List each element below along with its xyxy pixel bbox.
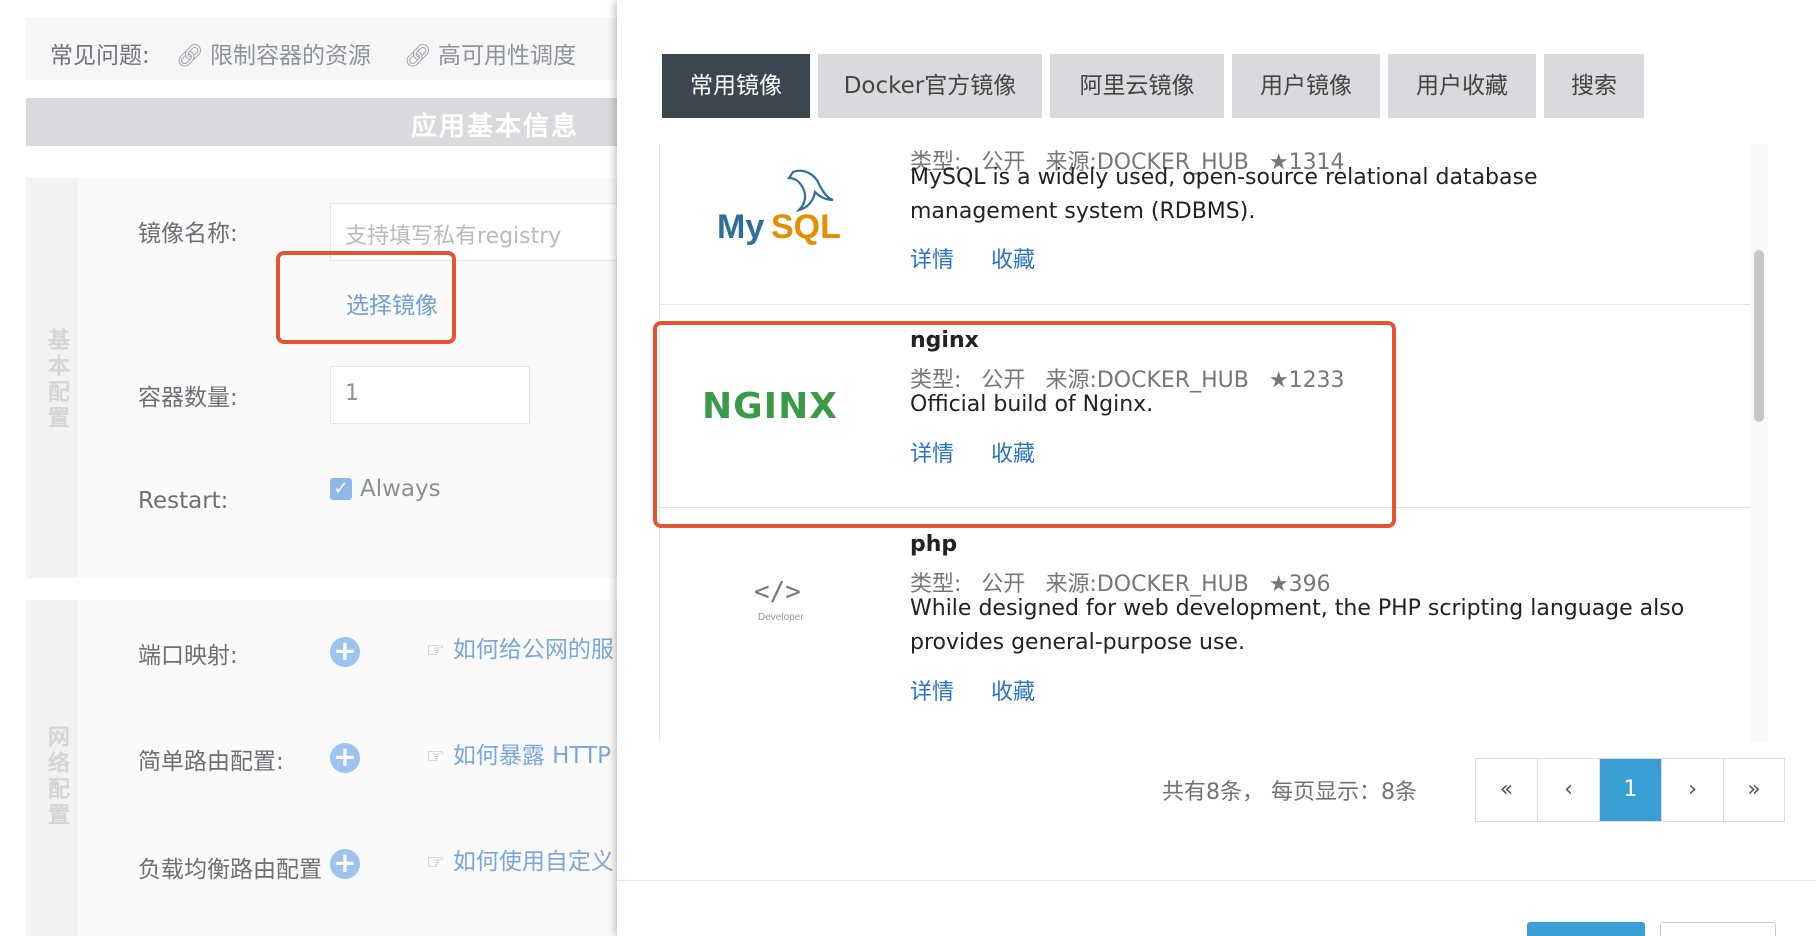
section-title: 应用基本信息 — [26, 98, 626, 146]
tab-user-images[interactable]: 用户镜像 — [1232, 54, 1380, 118]
port-mapping-label: 端口映射: — [138, 643, 238, 669]
current-page-button[interactable]: 1 — [1600, 759, 1662, 821]
mysql-description: MySQL is a widely used, open-source rela… — [910, 165, 1538, 224]
image-item-mysql[interactable]: My SQL 类型: 公开 来源:DOCKER_HUB ★1314 MySQL is … — [660, 144, 1751, 305]
network-config-side: 网络配置 — [26, 600, 78, 936]
list-scrollbar-thumb[interactable] — [1754, 250, 1764, 422]
pagination: « ‹ 1 › » — [1475, 758, 1785, 822]
svg-text:SQL: SQL — [771, 208, 841, 246]
hand-pointer-icon: ☞ — [426, 744, 445, 768]
tab-search[interactable]: 搜索 — [1544, 54, 1644, 118]
image-item-php[interactable]: </> Developer php 类型: 公开 来源:DOCKER_HUB ★396… — [660, 508, 1751, 741]
first-page-button[interactable]: « — [1476, 759, 1538, 821]
faq-link-resource-limit[interactable]: 🔗︎ 限制容器的资源 — [176, 36, 371, 70]
lb-route-label: 负载均衡路由配置 — [138, 857, 322, 883]
restart-checkbox[interactable]: ✓ — [330, 478, 352, 500]
php-detail-link[interactable]: 详情 — [910, 680, 954, 705]
link-icon: 🔗︎ — [176, 44, 204, 69]
svg-text:My: My — [717, 208, 764, 246]
container-count-label: 容器数量: — [138, 385, 238, 411]
svg-text:Developer: Developer — [758, 612, 804, 623]
nginx-highlight — [653, 321, 1396, 528]
hand-pointer-icon: ☞ — [426, 638, 445, 662]
tab-docker-official[interactable]: Docker官方镜像 — [818, 54, 1042, 118]
confirm-button[interactable] — [1527, 922, 1645, 936]
next-page-button[interactable]: › — [1662, 759, 1724, 821]
container-count-input[interactable]: 1 — [330, 366, 530, 424]
route-hint[interactable]: ☞ 如何暴露 HTTP — [426, 736, 611, 770]
basic-config-side: 基本配置 — [26, 178, 78, 578]
php-actions: 详情 收藏 — [910, 674, 1065, 706]
svg-text:</>: </> — [754, 577, 801, 607]
pagination-info: 共有8条， 每页显示：8条 — [1162, 780, 1417, 805]
tab-common-images[interactable]: 常用镜像 — [662, 54, 810, 118]
basic-config-panel: 基本配置 镜像名称: 支持填写私有registry 选择镜像 容器数量: 1 R… — [26, 178, 630, 578]
prev-page-button[interactable]: ‹ — [1538, 759, 1600, 821]
select-image-highlight — [276, 251, 456, 344]
list-scrollbar-track[interactable] — [1750, 144, 1768, 741]
tab-aliyun-images[interactable]: 阿里云镜像 — [1050, 54, 1224, 118]
modal-footer-divider — [617, 880, 1816, 881]
developer-code-icon: </> Developer — [748, 570, 818, 630]
php-name: php — [910, 532, 958, 557]
mysql-detail-link[interactable]: 详情 — [910, 248, 954, 273]
cancel-button[interactable] — [1660, 922, 1776, 936]
port-hint[interactable]: ☞ 如何给公网的服 — [426, 630, 614, 664]
restart-value: Always — [360, 476, 441, 502]
simple-route-label: 简单路由配置: — [138, 749, 284, 775]
mysql-actions: 详情 收藏 — [910, 242, 1065, 274]
restart-label: Restart: — [138, 488, 229, 514]
lb-hint[interactable]: ☞ 如何使用自定义 — [426, 842, 614, 876]
add-lb-route-icon[interactable]: + — [330, 849, 360, 879]
last-page-button[interactable]: » — [1724, 759, 1784, 821]
add-route-icon[interactable]: + — [330, 743, 360, 773]
tab-user-favorites[interactable]: 用户收藏 — [1388, 54, 1536, 118]
link-icon: 🔗︎ — [404, 44, 432, 69]
image-select-modal: 常用镜像 Docker官方镜像 阿里云镜像 用户镜像 用户收藏 搜索 My SQ… — [617, 0, 1816, 936]
network-config-panel: 网络配置 端口映射: + ☞ 如何给公网的服 简单路由配置: + ☞ 如何暴露 HT… — [26, 600, 626, 936]
mysql-favorite-link[interactable]: 收藏 — [991, 248, 1035, 273]
faq-bar: 常见问题: 🔗︎ 限制容器的资源 🔗︎ 高可用性调度 — [26, 18, 626, 80]
faq-label: 常见问题: — [50, 43, 150, 69]
php-description: While designed for web development, the … — [910, 596, 1685, 655]
add-port-icon[interactable]: + — [330, 637, 360, 667]
image-name-label: 镜像名称: — [138, 221, 238, 247]
faq-link-ha-scheduling[interactable]: 🔗︎ 高可用性调度 — [404, 36, 576, 70]
mysql-logo: My SQL — [715, 164, 850, 254]
php-favorite-link[interactable]: 收藏 — [991, 680, 1035, 705]
hand-pointer-icon: ☞ — [426, 850, 445, 874]
